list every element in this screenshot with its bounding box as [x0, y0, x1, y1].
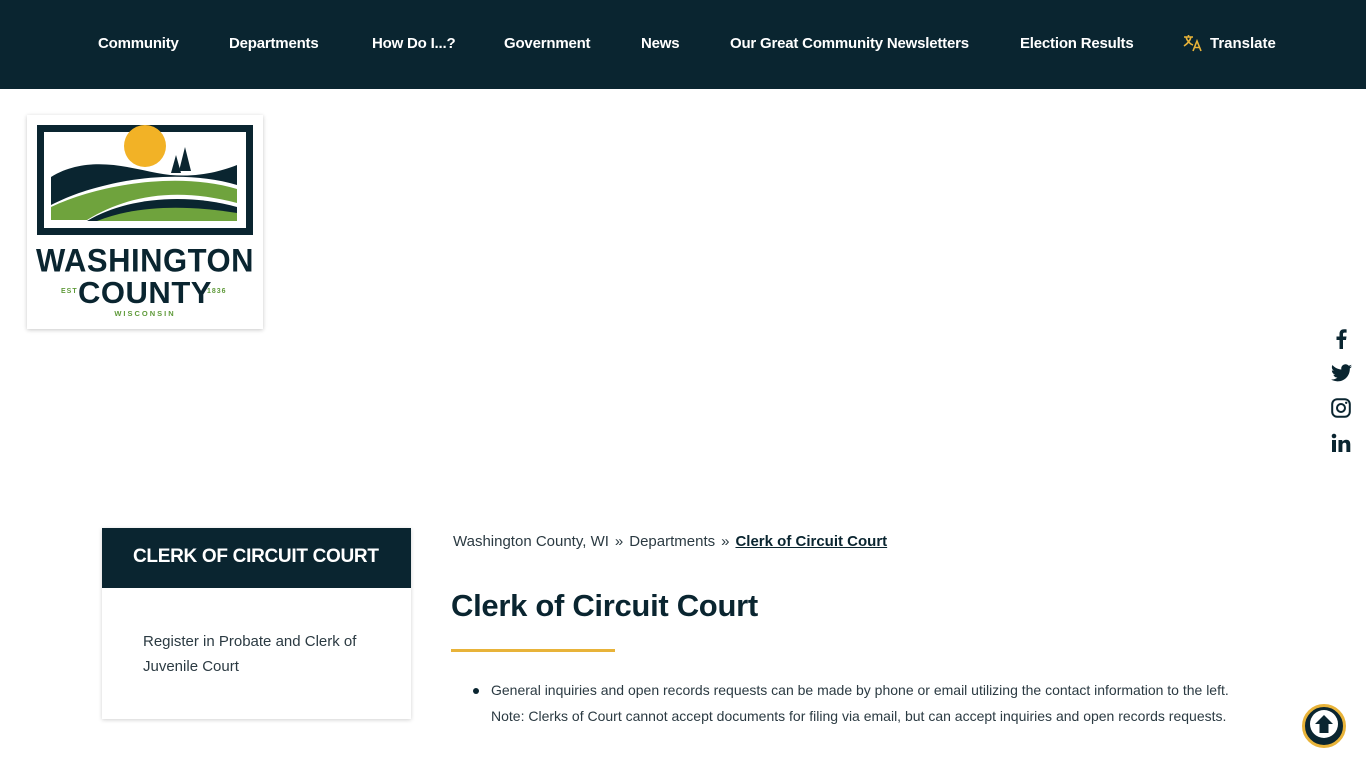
- nav-item-how-do-i[interactable]: How Do I...?: [372, 35, 456, 52]
- translate-label: Translate: [1210, 34, 1276, 52]
- page-title: Clerk of Circuit Court: [451, 588, 758, 623]
- breadcrumb-current[interactable]: Clerk of Circuit Court: [735, 533, 887, 550]
- bullet-text: General inquiries and open records reque…: [491, 682, 1229, 698]
- logo-state: WISCONSIN: [114, 309, 176, 318]
- county-logo[interactable]: WASHINGTON COUNTY EST 1836 WISCONSIN: [27, 115, 263, 329]
- sidebar: CLERK OF CIRCUIT COURT Register in Proba…: [102, 528, 411, 719]
- top-navigation: Community Departments How Do I...? Gover…: [0, 0, 1366, 89]
- breadcrumb: Washington County, WI » Departments » Clerk …: [453, 533, 887, 550]
- nav-item-community[interactable]: Community: [98, 35, 179, 52]
- facebook-icon[interactable]: [1328, 325, 1354, 351]
- breadcrumb-home[interactable]: Washington County, WI: [453, 533, 609, 550]
- instagram-icon[interactable]: [1328, 395, 1354, 421]
- social-links: [1328, 325, 1354, 465]
- sidebar-heading: CLERK OF CIRCUIT COURT: [102, 528, 411, 588]
- nav-item-election-results[interactable]: Election Results: [1020, 35, 1134, 52]
- title-underline: [451, 649, 615, 652]
- back-to-top-button[interactable]: [1302, 704, 1346, 748]
- linkedin-icon[interactable]: [1328, 430, 1354, 456]
- page-content: General inquiries and open records reque…: [473, 678, 1271, 729]
- breadcrumb-separator: »: [721, 533, 730, 550]
- nav-item-departments[interactable]: Departments: [229, 35, 319, 52]
- breadcrumb-separator: »: [614, 533, 624, 550]
- nav-item-newsletters[interactable]: Our Great Community Newsletters: [730, 35, 969, 52]
- nav-menu: Community Departments How Do I...? Gover…: [0, 0, 1366, 89]
- bullet-note: Note: Clerks of Court cannot accept docu…: [491, 707, 1227, 724]
- arrow-up-circle-icon: [1309, 709, 1339, 744]
- logo-est: EST: [61, 288, 78, 295]
- translate-button[interactable]: Translate: [1183, 34, 1276, 52]
- translate-icon: [1183, 34, 1204, 52]
- sidebar-item-register-in-probate[interactable]: Register in Probate and Clerk of Juvenil…: [143, 629, 383, 679]
- breadcrumb-departments[interactable]: Departments: [629, 533, 715, 550]
- nav-item-news[interactable]: News: [641, 35, 680, 52]
- bullet-marker: [473, 688, 479, 694]
- logo-year: 1836: [207, 288, 227, 295]
- nav-item-government[interactable]: Government: [504, 35, 591, 52]
- twitter-icon[interactable]: [1328, 360, 1354, 386]
